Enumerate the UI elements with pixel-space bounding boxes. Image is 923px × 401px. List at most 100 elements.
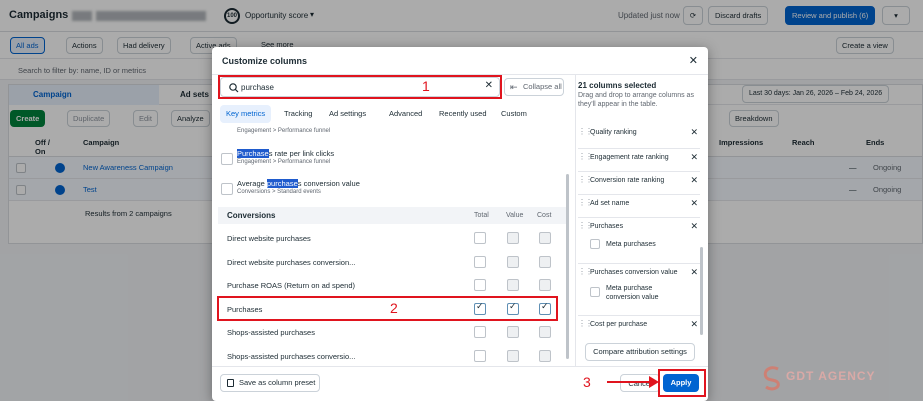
right-scrollbar[interactable]	[700, 247, 703, 335]
annotation-box-search	[218, 75, 502, 99]
cost-checkbox	[539, 279, 551, 291]
metric-checkbox[interactable]	[221, 183, 233, 195]
selected-column-item[interactable]: ⋮⋮ Ad set name ✕	[574, 194, 700, 214]
annotation-box-apply	[658, 369, 706, 397]
tab-custom[interactable]: Custom	[495, 105, 533, 123]
column-list: Engagement > Performance funnel Purchase…	[218, 127, 574, 367]
metric-label: Average purchases conversion value	[237, 179, 360, 188]
cost-checkbox	[539, 350, 551, 362]
selected-column-name: Engagement rate ranking	[590, 154, 669, 161]
value-checkbox	[507, 279, 519, 291]
search-highlight: Purchase	[237, 149, 269, 158]
selected-column-name: Quality ranking	[590, 129, 637, 136]
conversion-row: Direct website purchases conversion...	[218, 251, 568, 274]
conversion-label: Shops-assisted purchases	[227, 328, 315, 337]
divider	[578, 217, 700, 218]
search-highlight: purchase	[266, 179, 298, 188]
selected-column-name: Purchases conversion value	[590, 269, 678, 276]
remove-column-icon[interactable]: ✕	[690, 319, 698, 330]
tab-tracking[interactable]: Tracking	[278, 105, 318, 123]
header-value: Value	[506, 212, 524, 219]
sub-column-checkbox[interactable]	[590, 287, 600, 297]
header-total: Total	[474, 212, 489, 219]
selected-column-name: Purchases	[590, 223, 624, 230]
tab-ad-settings[interactable]: Ad settings	[323, 105, 372, 123]
value-checkbox	[507, 326, 519, 338]
value-checkbox	[507, 232, 519, 244]
annotation-number: 3	[583, 374, 591, 390]
selected-column-group[interactable]: ⋮⋮ Purchases ✕ Meta purchases	[574, 217, 700, 257]
collapse-icon: ⇤	[510, 82, 518, 92]
annotation-box-purchases	[217, 296, 558, 321]
conversion-label: Direct website purchases conversion...	[227, 258, 356, 267]
list-item[interactable]: Purchases rate per link clicks Engagemen…	[218, 147, 558, 177]
metric-path: Engagement > Performance funnel	[237, 159, 331, 165]
metric-label-pre: Average	[237, 179, 267, 188]
selected-columns-list: ⋮⋮ Quality ranking ✕ ⋮⋮ Engagement rate …	[574, 125, 704, 335]
dialog-title: Customize columns	[222, 56, 308, 66]
column-category-tabs: Key metrics Tracking Ad settings Advance…	[220, 105, 570, 125]
metric-checkbox[interactable]	[221, 153, 233, 165]
tab-advanced[interactable]: Advanced	[383, 105, 428, 123]
metric-path: Engagement > Performance funnel	[237, 128, 331, 134]
value-checkbox	[507, 256, 519, 268]
remove-column-icon[interactable]: ✕	[690, 267, 698, 278]
header-cost: Cost	[537, 212, 552, 219]
conversions-section-header: Conversions Total Value Cost	[218, 207, 568, 224]
sub-column-checkbox[interactable]	[590, 239, 600, 249]
tab-recently-used[interactable]: Recently used	[433, 105, 493, 123]
conversion-row: Shops-assisted purchases	[218, 321, 568, 344]
close-icon[interactable]: ✕	[689, 54, 698, 67]
divider	[578, 171, 700, 172]
list-item[interactable]: Average purchases conversion value Conve…	[218, 177, 558, 207]
watermark-text: GDT AGENCY	[786, 369, 876, 383]
divider	[578, 148, 700, 149]
save-icon	[227, 379, 234, 387]
remove-column-icon[interactable]: ✕	[690, 175, 698, 186]
cost-checkbox	[539, 326, 551, 338]
selected-column-name: Cost per purchase	[590, 321, 648, 328]
footer-divider	[212, 366, 708, 367]
selected-count: 21 columns selected	[578, 81, 657, 90]
left-scrollbar[interactable]	[566, 174, 569, 359]
selected-column-item[interactable]: ⋮⋮ Quality ranking ✕	[574, 125, 700, 145]
collapse-all-button[interactable]: ⇤ Collapse all	[504, 78, 564, 96]
value-checkbox	[507, 350, 519, 362]
cost-checkbox	[539, 256, 551, 268]
selected-column-item[interactable]: ⋮⋮ Engagement rate ranking ✕	[574, 148, 700, 168]
save-column-preset-button[interactable]: Save as column preset	[220, 374, 320, 392]
sub-column-name: Meta purchase conversion value	[606, 285, 659, 301]
total-checkbox[interactable]	[474, 279, 486, 291]
total-checkbox[interactable]	[474, 326, 486, 338]
divider	[578, 315, 700, 316]
save-preset-label: Save as column preset	[239, 378, 316, 387]
remove-column-icon[interactable]: ✕	[690, 127, 698, 138]
metric-label-rest: s conversion value	[297, 179, 360, 188]
divider	[578, 263, 700, 264]
remove-column-icon[interactable]: ✕	[690, 221, 698, 232]
selected-column-item[interactable]: ⋮⋮ Conversion rate ranking ✕	[574, 171, 700, 191]
tab-key-metrics[interactable]: Key metrics	[220, 105, 272, 123]
selected-column-name: Conversion rate ranking	[590, 177, 665, 184]
customize-columns-dialog: Customize columns ✕ ✕ ⇤ Collapse all Key…	[212, 47, 708, 401]
watermark-logo-icon	[763, 366, 780, 391]
watermark: GDT AGENCY	[758, 361, 918, 395]
metric-path: Conversions > Standard events	[237, 189, 321, 195]
remove-column-icon[interactable]: ✕	[690, 198, 698, 209]
total-checkbox[interactable]	[474, 350, 486, 362]
selected-column-group[interactable]: ⋮⋮ Purchases conversion value ✕ Meta pur…	[574, 263, 700, 313]
total-checkbox[interactable]	[474, 232, 486, 244]
total-checkbox[interactable]	[474, 256, 486, 268]
conversion-row: Direct website purchases	[218, 227, 568, 250]
metric-label: Purchases rate per link clicks	[237, 149, 334, 158]
annotation-arrow-icon	[607, 376, 659, 388]
annotation-number: 1	[422, 78, 430, 94]
annotation-number: 2	[390, 300, 398, 316]
cost-checkbox	[539, 232, 551, 244]
conversion-label: Direct website purchases	[227, 234, 311, 243]
compare-attribution-button[interactable]: Compare attribution settings	[585, 343, 695, 361]
selected-column-item[interactable]: ⋮⋮ Cost per purchase ✕	[574, 315, 700, 335]
conversion-row: Shops-assisted purchases conversio...	[218, 345, 568, 367]
remove-column-icon[interactable]: ✕	[690, 152, 698, 163]
conversion-label: Shops-assisted purchases conversio...	[227, 352, 356, 361]
